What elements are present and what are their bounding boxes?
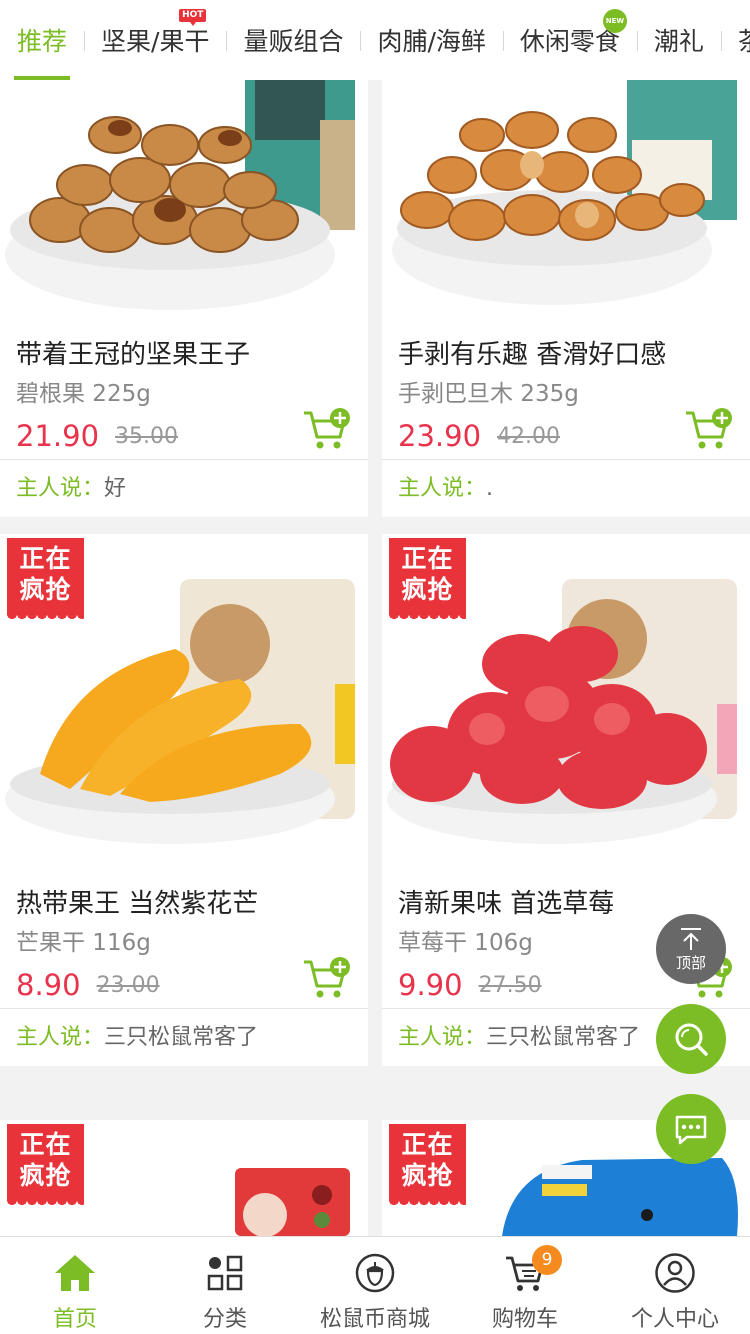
tab-label: 肉脯/海鲜 bbox=[377, 27, 486, 56]
nav-label: 松鼠币商城 bbox=[319, 1307, 430, 1332]
owner-says-text: 好 bbox=[104, 476, 127, 501]
tab-label: 坚果/果干 bbox=[101, 27, 210, 56]
product-image-strawberry[interactable]: 正在疯抢 bbox=[382, 534, 750, 869]
owner-says-text: . bbox=[486, 476, 494, 501]
original-price: 23.00 bbox=[96, 972, 160, 998]
tab-label: 茶 bbox=[738, 22, 750, 58]
product-title: 带着王冠的坚果王子 bbox=[16, 340, 251, 370]
owner-comment: 主人说：. bbox=[382, 459, 750, 517]
owner-says-label: 主人说： bbox=[398, 1025, 487, 1050]
nav-label: 个人中心 bbox=[630, 1307, 719, 1332]
bottom-nav: 首页 分类 松鼠币商城 购物车 9 个人中心 bbox=[0, 1236, 750, 1334]
add-to-cart-icon[interactable] bbox=[302, 407, 352, 451]
product-title: 热带果王 当然紫花芒 bbox=[16, 889, 259, 919]
tab-nuts-dried-fruit[interactable]: 坚果/果干 HOT bbox=[84, 0, 226, 80]
home-icon bbox=[53, 1251, 97, 1295]
category-icon bbox=[203, 1251, 247, 1295]
product-card[interactable]: 正在疯抢 热带果王 当然紫花芒 芒果干 116g 8.90 23.00 主人说：… bbox=[0, 534, 368, 1066]
product-grid: 带着王冠的坚果王子 碧根果 225g 21.90 35.00 主人说：好 手剥有… bbox=[0, 80, 750, 1236]
nav-cart[interactable]: 购物车 9 bbox=[450, 1237, 600, 1334]
acorn-icon bbox=[353, 1251, 397, 1295]
search-icon bbox=[675, 1023, 708, 1056]
chat-icon bbox=[675, 1115, 707, 1145]
tab-label: 潮礼 bbox=[653, 27, 704, 56]
nav-label: 购物车 bbox=[491, 1307, 558, 1332]
nav-home[interactable]: 首页 bbox=[0, 1237, 150, 1334]
product-image-snack-red[interactable]: 正在疯抢 bbox=[0, 1120, 368, 1236]
original-price: 35.00 bbox=[115, 423, 179, 449]
tab-tea[interactable]: 茶 bbox=[720, 0, 750, 80]
original-price: 42.00 bbox=[497, 423, 561, 449]
product-info: 带着王冠的坚果王子 碧根果 225g 21.90 35.00 bbox=[0, 320, 368, 459]
tab-snacks[interactable]: 休闲零食 NEW bbox=[502, 0, 637, 80]
owner-says-label: 主人说： bbox=[16, 1025, 105, 1050]
arrow-up-icon bbox=[681, 927, 701, 950]
user-icon bbox=[653, 1251, 697, 1295]
back-to-top-button[interactable]: 顶部 bbox=[656, 914, 726, 984]
product-image-mango[interactable]: 正在疯抢 bbox=[0, 534, 368, 869]
tab-jerky-seafood[interactable]: 肉脯/海鲜 bbox=[360, 0, 502, 80]
add-to-cart-icon[interactable] bbox=[302, 956, 352, 1000]
product-price: 8.90 bbox=[16, 968, 81, 1002]
product-card[interactable]: 手剥有乐趣 香滑好口感 手剥巴旦木 235g 23.90 42.00 主人说：. bbox=[382, 80, 750, 517]
nav-category[interactable]: 分类 bbox=[150, 1237, 300, 1334]
nav-coin-mall[interactable]: 松鼠币商城 bbox=[300, 1237, 450, 1334]
product-card[interactable]: 带着王冠的坚果王子 碧根果 225g 21.90 35.00 主人说：好 bbox=[0, 80, 368, 517]
owner-says-text: 三只松鼠常客了 bbox=[486, 1025, 641, 1050]
hot-badge: HOT bbox=[179, 9, 207, 26]
product-price: 21.90 bbox=[16, 419, 100, 453]
owner-comment: 主人说：好 bbox=[0, 459, 368, 517]
chat-button[interactable] bbox=[656, 1094, 726, 1164]
owner-comment: 主人说：三只松鼠常客了 bbox=[0, 1008, 368, 1066]
product-price: 9.90 bbox=[398, 968, 463, 1002]
new-badge: NEW bbox=[602, 9, 627, 33]
product-price: 23.90 bbox=[398, 419, 482, 453]
product-info: 热带果王 当然紫花芒 芒果干 116g 8.90 23.00 bbox=[0, 869, 368, 1008]
tab-label: 推荐 bbox=[17, 27, 68, 56]
tab-bulk-combo[interactable]: 量贩组合 bbox=[226, 0, 360, 80]
add-to-cart-icon[interactable] bbox=[684, 407, 734, 451]
original-price: 27.50 bbox=[478, 972, 542, 998]
flash-sale-badge: 正在疯抢 bbox=[389, 538, 466, 621]
flash-sale-badge: 正在疯抢 bbox=[7, 538, 84, 621]
product-card[interactable]: 正在疯抢 bbox=[0, 1120, 368, 1236]
cart-count-badge: 9 bbox=[532, 1245, 562, 1275]
back-to-top-label: 顶部 bbox=[675, 953, 706, 972]
search-button[interactable] bbox=[656, 1004, 726, 1074]
tab-recommend[interactable]: 推荐 bbox=[0, 0, 84, 80]
nav-profile[interactable]: 个人中心 bbox=[600, 1237, 750, 1334]
product-info: 手剥有乐趣 香滑好口感 手剥巴旦木 235g 23.90 42.00 bbox=[382, 320, 750, 459]
product-card[interactable]: 正在疯抢 清新果味 首选草莓 草莓干 106g 9.90 27.50 主人说：三… bbox=[382, 534, 750, 1066]
flash-sale-badge: 正在疯抢 bbox=[7, 1124, 84, 1207]
owner-says-label: 主人说： bbox=[16, 476, 105, 501]
tab-gifts[interactable]: 潮礼 bbox=[636, 0, 721, 80]
nav-label: 首页 bbox=[52, 1307, 97, 1332]
owner-says-text: 三只松鼠常客了 bbox=[104, 1025, 259, 1050]
owner-says-label: 主人说： bbox=[398, 476, 487, 501]
product-image-pecan[interactable] bbox=[0, 80, 368, 320]
category-tabs: 推荐 坚果/果干HOT 量贩组合 肉脯/海鲜 休闲零食NEW 潮礼 茶 bbox=[0, 0, 750, 80]
flash-sale-badge: 正在疯抢 bbox=[389, 1124, 466, 1207]
product-image-almond[interactable] bbox=[382, 80, 750, 320]
product-title: 手剥有乐趣 香滑好口感 bbox=[398, 340, 667, 370]
nav-label: 分类 bbox=[202, 1307, 247, 1332]
tab-label: 量贩组合 bbox=[243, 27, 344, 56]
